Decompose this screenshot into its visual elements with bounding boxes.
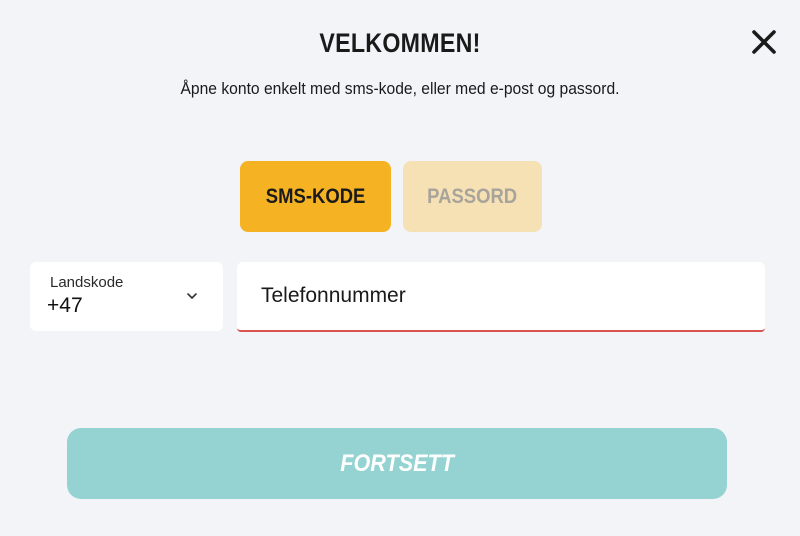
tab-password[interactable]: PASSORD [403,161,542,232]
welcome-modal: VELKOMMEN! Åpne konto enkelt med sms-kod… [0,0,800,536]
page-title: VELKOMMEN! [319,28,481,58]
tab-sms-code-label: SMS-KODE [265,184,366,208]
close-button[interactable] [750,28,778,56]
tab-sms-code[interactable]: SMS-KODE [240,161,391,232]
close-icon [752,30,776,54]
tab-password-label: PASSORD [427,184,518,208]
phone-number-input[interactable] [261,278,741,314]
chevron-down-icon[interactable] [186,290,198,302]
phone-number-field [237,262,765,332]
country-code-label: Landskode [50,274,124,291]
subtitle: Åpne konto enkelt med sms-kode, eller me… [180,79,620,98]
country-code-value: +47 [47,294,83,317]
continue-button-label: FORTSETT [340,449,454,477]
continue-button[interactable]: FORTSETT [67,428,727,499]
